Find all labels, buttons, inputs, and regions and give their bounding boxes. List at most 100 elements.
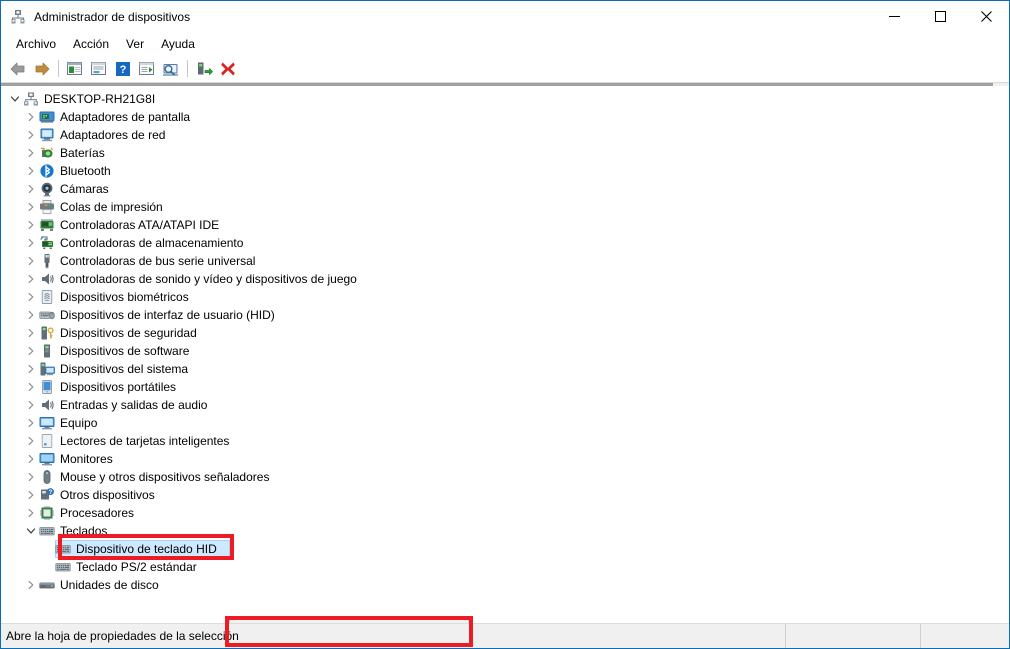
tree-item-label: Baterías <box>60 146 105 160</box>
scan-hardware-changes-icon[interactable] <box>159 58 182 80</box>
tree-item-adaptadores-de-pantalla[interactable]: Adaptadores de pantalla <box>1 108 1009 126</box>
chevron-right-icon[interactable] <box>23 108 39 126</box>
tree-item-dispositivos-interfaz-usuario-hid[interactable]: Dispositivos de interfaz de usuario (HID… <box>1 306 1009 324</box>
forward-arrow-icon[interactable] <box>30 58 53 80</box>
uninstall-device-icon[interactable] <box>216 58 239 80</box>
chevron-right-icon[interactable] <box>23 414 39 432</box>
tree-item-label: Dispositivos biométricos <box>60 290 189 304</box>
software-device-icon <box>39 343 55 359</box>
chevron-right-icon[interactable] <box>23 270 39 288</box>
tree-item-mouse-y-otros-dispositivos-senaladores[interactable]: Mouse y otros dispositivos señaladores <box>1 468 1009 486</box>
chevron-right-icon[interactable] <box>23 342 39 360</box>
chevron-right-icon[interactable] <box>23 252 39 270</box>
help-icon[interactable]: ? <box>111 58 134 80</box>
tree-item-label: Adaptadores de pantalla <box>60 110 191 124</box>
system-device-icon <box>39 361 55 377</box>
chevron-down-icon[interactable] <box>23 522 39 540</box>
status-panel-3 <box>921 624 976 648</box>
tree-item-controladoras-de-bus-serie-universal[interactable]: Controladoras de bus serie universal <box>1 252 1009 270</box>
svg-text:?: ? <box>119 64 126 76</box>
chevron-right-icon[interactable] <box>23 306 39 324</box>
menu-ayuda[interactable]: Ayuda <box>153 34 204 54</box>
chevron-right-icon[interactable] <box>23 162 39 180</box>
tree-item-controladoras-de-almacenamiento[interactable]: Controladoras de almacenamiento <box>1 234 1009 252</box>
processor-icon <box>39 505 55 521</box>
show-hide-console-tree-icon[interactable] <box>63 58 86 80</box>
tree-item-controladoras-ata-atapi-ide[interactable]: Controladoras ATA/ATAPI IDE <box>1 216 1009 234</box>
tree-item-equipo[interactable]: Equipo <box>1 414 1009 432</box>
tree-item-label: Equipo <box>60 416 98 430</box>
tree-item-label: Dispositivos portátiles <box>60 380 177 394</box>
menu-accion[interactable]: Acción <box>65 34 118 54</box>
horizontal-scrollbar-thumb[interactable] <box>1 83 993 86</box>
tree-item-dispositivos-del-sistema[interactable]: Dispositivos del sistema <box>1 360 1009 378</box>
ide-controller-icon <box>39 217 55 233</box>
tree-item-teclado-ps2-estandar[interactable]: Teclado PS/2 estándar <box>1 558 1009 576</box>
menu-bar: Archivo Acción Ver Ayuda <box>1 32 1009 55</box>
tree-item-dispositivo-de-teclado-hid[interactable]: Dispositivo de teclado HID <box>1 540 1009 558</box>
tree-item-label: Procesadores <box>60 506 135 520</box>
toolbar: ? <box>1 55 1009 82</box>
disk-drive-icon <box>39 577 55 593</box>
tree-item-procesadores[interactable]: Procesadores <box>1 504 1009 522</box>
tree-item-root[interactable]: DESKTOP-RH21G8I <box>1 90 1009 108</box>
chevron-right-icon[interactable] <box>23 234 39 252</box>
ctx-actualizar-controlador[interactable]: Actualizar controlador <box>230 622 468 623</box>
tree-item-bluetooth[interactable]: Bluetooth <box>1 162 1009 180</box>
chevron-right-icon[interactable] <box>23 216 39 234</box>
camera-icon <box>39 181 55 197</box>
security-device-icon <box>39 325 55 341</box>
smartcard-reader-icon <box>39 433 55 449</box>
chevron-right-icon[interactable] <box>23 432 39 450</box>
back-arrow-icon[interactable] <box>6 58 29 80</box>
tree-item-monitores[interactable]: Monitores <box>1 450 1009 468</box>
device-tree: DESKTOP-RH21G8I Adaptadores de pantalla … <box>1 87 1009 594</box>
chevron-down-icon[interactable] <box>7 90 23 108</box>
tree-item-dispositivos-biometricos[interactable]: Dispositivos biométricos <box>1 288 1009 306</box>
tree-item-dispositivos-portatiles[interactable]: Dispositivos portátiles <box>1 378 1009 396</box>
chevron-right-icon[interactable] <box>23 378 39 396</box>
tree-item-unidades-de-disco[interactable]: Unidades de disco <box>1 576 1009 594</box>
properties-icon[interactable] <box>87 58 110 80</box>
tree-item-label: Unidades de disco <box>60 578 159 592</box>
tree-item-label: Dispositivos de interfaz de usuario (HID… <box>60 308 275 322</box>
chevron-right-icon[interactable] <box>23 198 39 216</box>
chevron-right-icon[interactable] <box>23 126 39 144</box>
tree-item-entradas-y-salidas-de-audio[interactable]: Entradas y salidas de audio <box>1 396 1009 414</box>
portable-device-icon <box>39 379 55 395</box>
tree-item-adaptadores-de-red[interactable]: Adaptadores de red <box>1 126 1009 144</box>
tree-item-otros-dispositivos[interactable]: ? Otros dispositivos <box>1 486 1009 504</box>
chevron-right-icon[interactable] <box>23 486 39 504</box>
tree-item-label: Controladoras de sonido y vídeo y dispos… <box>60 272 357 286</box>
computer-icon <box>23 91 39 107</box>
tree-item-controladoras-de-sonido-video-juego[interactable]: Controladoras de sonido y vídeo y dispos… <box>1 270 1009 288</box>
tree-item-colas-de-impresion[interactable]: Colas de impresión <box>1 198 1009 216</box>
horizontal-scrollbar[interactable] <box>1 83 1009 86</box>
maximize-button[interactable] <box>917 1 963 32</box>
update-driver-icon[interactable] <box>135 58 158 80</box>
chevron-right-icon[interactable] <box>23 396 39 414</box>
chevron-right-icon[interactable] <box>23 450 39 468</box>
minimize-button[interactable] <box>871 1 917 32</box>
chevron-right-icon[interactable] <box>23 180 39 198</box>
chevron-right-icon[interactable] <box>23 504 39 522</box>
tree-item-camaras[interactable]: Cámaras <box>1 180 1009 198</box>
chevron-right-icon[interactable] <box>23 576 39 594</box>
menu-archivo[interactable]: Archivo <box>8 34 65 54</box>
chevron-right-icon[interactable] <box>23 360 39 378</box>
chevron-right-icon[interactable] <box>23 288 39 306</box>
tree-item-teclados[interactable]: Teclados <box>1 522 1009 540</box>
tree-item-label: Controladoras de bus serie universal <box>60 254 256 268</box>
chevron-right-icon[interactable] <box>23 324 39 342</box>
chevron-right-icon[interactable] <box>23 468 39 486</box>
tree-item-dispositivos-de-seguridad[interactable]: Dispositivos de seguridad <box>1 324 1009 342</box>
tree-item-baterias[interactable]: Baterías <box>1 144 1009 162</box>
close-button[interactable] <box>963 1 1009 32</box>
tree-item-lectores-de-tarjetas-inteligentes[interactable]: Lectores de tarjetas inteligentes <box>1 432 1009 450</box>
menu-ver[interactable]: Ver <box>118 34 153 54</box>
enable-device-icon[interactable] <box>192 58 215 80</box>
status-message: Abre la hoja de propiedades de la selecc… <box>1 624 786 648</box>
window-title: Administrador de dispositivos <box>34 9 191 24</box>
tree-item-dispositivos-de-software[interactable]: Dispositivos de software <box>1 342 1009 360</box>
chevron-right-icon[interactable] <box>23 144 39 162</box>
